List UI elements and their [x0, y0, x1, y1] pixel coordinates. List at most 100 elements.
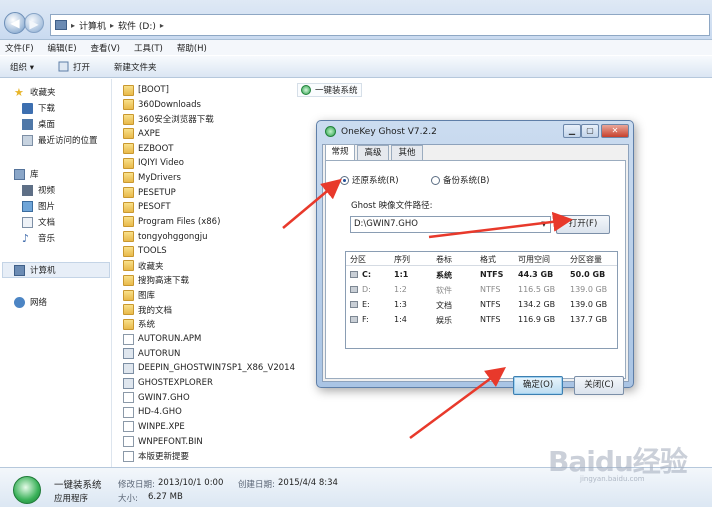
column-header-partition[interactable]: 分区: [350, 254, 366, 265]
folder-icon: [123, 187, 134, 199]
minimize-button[interactable]: ▁: [563, 124, 581, 138]
file-item[interactable]: WNPEFONT.BIN: [123, 435, 203, 449]
menu-view[interactable]: 查看(V): [91, 42, 120, 54]
radio-dot-selected: [340, 175, 349, 185]
open-toolbar-button[interactable]: 打开: [58, 61, 90, 73]
file-item[interactable]: PESETUP: [123, 186, 176, 200]
partition-cell: 44.3 GB: [518, 270, 554, 279]
breadcrumb-drive-d[interactable]: 软件 (D:): [118, 19, 156, 32]
close-dialog-button[interactable]: 关闭(C): [574, 376, 624, 395]
file-item[interactable]: GWIN7.GHO: [123, 391, 190, 405]
column-header-capacity[interactable]: 分区容量: [570, 254, 602, 265]
partition-row[interactable]: E: 1:3 文档 NTFS 134.2 GB 139.0 GB: [346, 298, 617, 313]
folder-icon: [123, 172, 134, 184]
sidebar-item-computer[interactable]: 计算机: [14, 263, 56, 277]
sidebar-label: 音乐: [38, 234, 56, 244]
restore-system-radio[interactable]: 还原系统(R): [340, 174, 399, 186]
file-item[interactable]: 本版更新提要: [123, 449, 189, 463]
address-box[interactable]: ▸ 计算机 ▸ 软件 (D:) ▸: [50, 14, 710, 36]
column-header-format[interactable]: 格式: [480, 254, 496, 265]
ok-button[interactable]: 确定(O): [513, 376, 563, 395]
file-item[interactable]: 图库: [123, 288, 155, 302]
file-item[interactable]: HD-4.GHO: [123, 405, 182, 419]
partition-row[interactable]: C: 1:1 系统 NTFS 44.3 GB 50.0 GB: [346, 268, 617, 283]
column-header-label[interactable]: 卷标: [436, 254, 452, 265]
file-name: 图库: [138, 291, 156, 302]
menu-file[interactable]: 文件(F): [5, 42, 34, 54]
network-icon: [14, 296, 25, 308]
column-header-free-space[interactable]: 可用空间: [518, 254, 550, 265]
file-item[interactable]: AUTORUN: [123, 347, 180, 361]
organize-button[interactable]: 组织 ▾: [10, 61, 34, 73]
file-item[interactable]: GHOSTEXPLORER: [123, 376, 213, 390]
chevron-down-icon[interactable]: ▼: [538, 217, 550, 232]
open-file-button[interactable]: 打开(F): [556, 215, 610, 234]
partition-cell: 软件: [436, 286, 452, 295]
application-icon: [123, 377, 134, 389]
sidebar-item-network[interactable]: 网络: [14, 295, 47, 309]
file-item[interactable]: WINPE.XPE: [123, 420, 185, 434]
sidebar-item-libraries[interactable]: 库: [14, 167, 39, 181]
file-item[interactable]: tongyohggongju: [123, 230, 207, 244]
backup-system-radio[interactable]: 备份系统(B): [431, 174, 489, 186]
file-item[interactable]: 360安全浏览器下载: [123, 112, 214, 126]
sidebar-item-recent[interactable]: 最近访问的位置: [22, 133, 98, 147]
tab-normal[interactable]: 常规: [325, 144, 355, 160]
file-item[interactable]: AUTORUN.APM: [123, 332, 201, 346]
partition-cell: 50.0 GB: [570, 270, 606, 279]
file-item[interactable]: AXPE: [123, 127, 160, 141]
column-header-sequence[interactable]: 序列: [394, 254, 410, 265]
file-name: 本版更新提要: [138, 452, 190, 463]
partition-row[interactable]: F: 1:4 娱乐 NTFS 116.9 GB 137.7 GB: [346, 313, 617, 328]
menu-tools[interactable]: 工具(T): [134, 42, 163, 54]
folder-icon: [123, 113, 134, 125]
file-item[interactable]: 360Downloads: [123, 98, 201, 112]
file-item[interactable]: [BOOT]: [123, 83, 169, 97]
menu-help[interactable]: 帮助(H): [177, 42, 207, 54]
partition-cell: 文档: [436, 301, 452, 310]
close-button[interactable]: ✕: [601, 124, 629, 138]
application-icon: [123, 348, 134, 360]
file-name: DEEPIN_GHOSTWIN7SP1_X86_V2014: [138, 363, 295, 374]
sidebar-item-videos[interactable]: 视频: [22, 183, 55, 197]
sidebar-item-downloads[interactable]: 下载: [22, 101, 55, 115]
detail-created-label: 创建日期:: [238, 480, 275, 490]
sidebar-item-favorites[interactable]: ★ 收藏夹: [14, 85, 56, 99]
file-item[interactable]: 我的文档: [123, 303, 172, 317]
breadcrumb-computer[interactable]: 计算机: [79, 19, 106, 32]
file-name: Program Files (x86): [138, 216, 221, 227]
menu-edit[interactable]: 编辑(E): [48, 42, 77, 54]
file-item[interactable]: MyDrivers: [123, 171, 181, 185]
ghost-path-combobox[interactable]: D:\GWIN7.GHO ▼: [350, 216, 551, 233]
sidebar-item-desktop[interactable]: 桌面: [22, 117, 55, 131]
sidebar-item-documents[interactable]: 文档: [22, 215, 55, 229]
sidebar-item-music[interactable]: ♪ 音乐: [22, 231, 55, 245]
file-item[interactable]: TOOLS: [123, 244, 167, 258]
file-item[interactable]: IQIYI Video: [123, 156, 184, 170]
partition-row[interactable]: D: 1:2 软件 NTFS 116.5 GB 139.0 GB: [346, 283, 617, 298]
forward-button[interactable]: ▶: [24, 13, 44, 33]
back-button[interactable]: ◀: [4, 12, 26, 34]
file-item[interactable]: PESOFT: [123, 200, 171, 214]
tab-advanced[interactable]: 高级: [357, 145, 389, 160]
file-item[interactable]: 搜狗高速下载: [123, 273, 189, 287]
file-item[interactable]: 系统: [123, 317, 155, 331]
tab-other[interactable]: 其他: [391, 145, 423, 160]
partition-cell: 1:1: [394, 270, 409, 279]
file-item[interactable]: 收藏夹: [123, 259, 164, 273]
sidebar-label: 收藏夹: [30, 88, 56, 98]
menu-bar: 文件(F) 编辑(E) 查看(V) 工具(T) 帮助(H): [0, 40, 712, 55]
file-item[interactable]: DEEPIN_GHOSTWIN7SP1_X86_V2014: [123, 361, 295, 375]
maximize-button[interactable]: ▢: [581, 124, 599, 138]
file-item[interactable]: Program Files (x86): [123, 215, 220, 229]
onekey-shortcut-file[interactable]: 一键装系统: [297, 83, 362, 97]
new-folder-button[interactable]: 新建文件夹: [114, 61, 157, 73]
file-name: tongyohggongju: [138, 231, 208, 242]
sidebar-label: 图片: [38, 202, 56, 212]
sidebar-item-pictures[interactable]: 图片: [22, 199, 55, 213]
command-bar: 组织 ▾ 打开 新建文件夹: [0, 56, 712, 78]
partition-table[interactable]: 分区 序列 卷标 格式 可用空间 分区容量 C: 1:1 系统 NTFS 44.3 GB…: [345, 251, 618, 349]
file-name: AUTORUN: [138, 348, 181, 359]
file-name: 360Downloads: [138, 99, 201, 110]
file-item[interactable]: EZBOOT: [123, 142, 173, 156]
